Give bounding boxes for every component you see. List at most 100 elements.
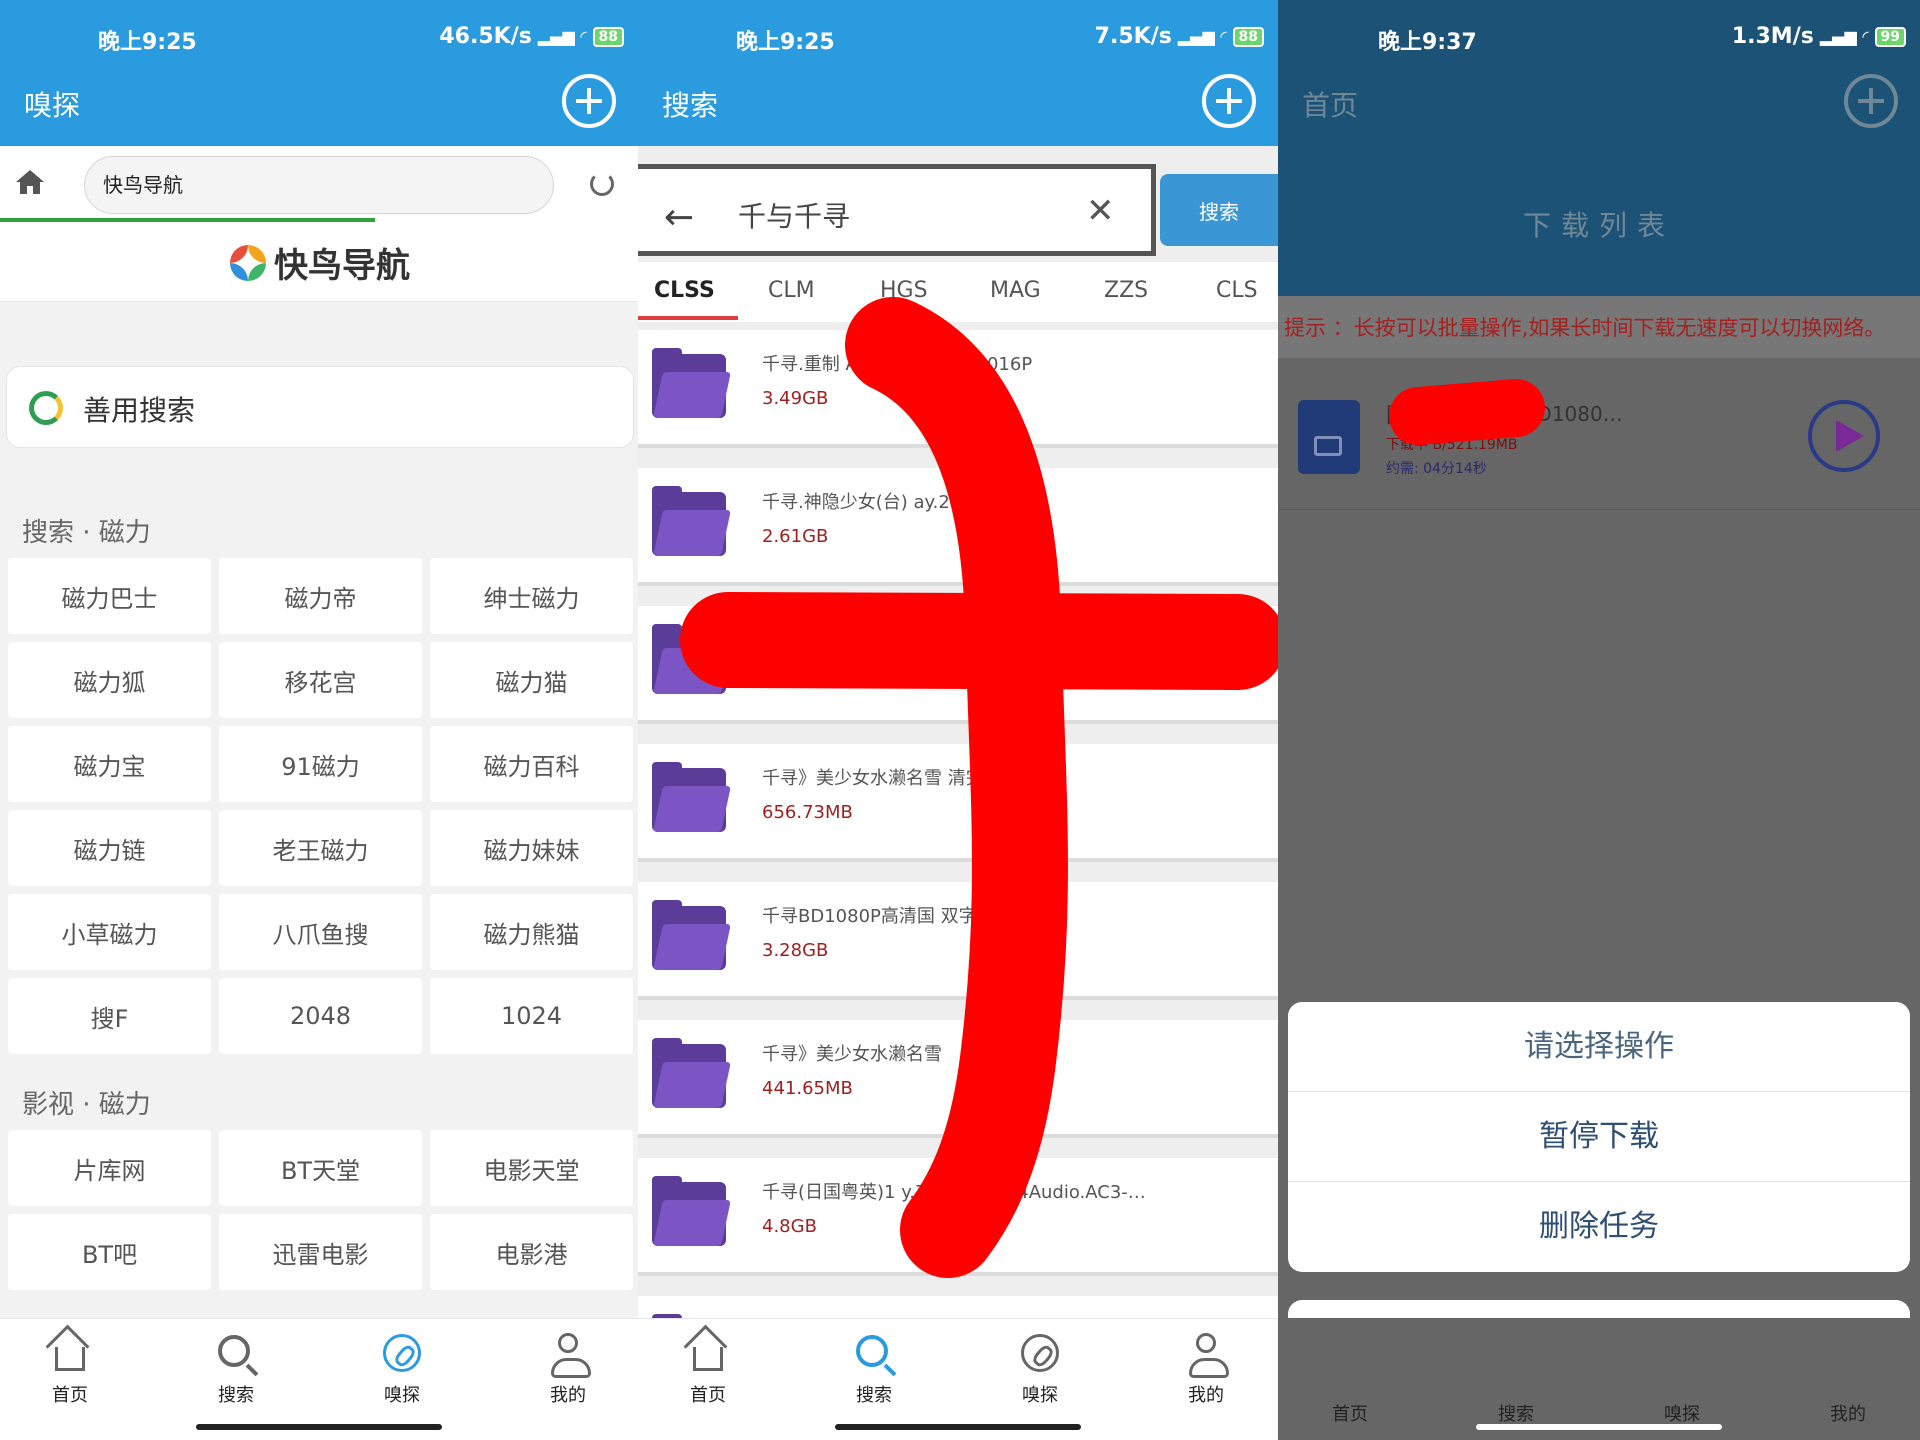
status-bar: 晚上9:37 1.3M/s ▂▄▆ ◜ 99: [1278, 0, 1920, 72]
site-link[interactable]: 移花宫: [219, 642, 422, 718]
nav-profile[interactable]: 我的: [1146, 1333, 1266, 1407]
page-title: 嗅探: [24, 89, 81, 122]
site-link[interactable]: 磁力宝: [8, 726, 211, 802]
site-link[interactable]: 磁力猫: [430, 642, 633, 718]
search-input[interactable]: 千与千寻: [738, 195, 850, 235]
tab-zzs[interactable]: ZZS: [1104, 278, 1148, 303]
clear-icon[interactable]: ✕: [1086, 191, 1115, 231]
bottom-nav: 首页 搜索 嗅探 我的: [0, 1318, 638, 1440]
site-link[interactable]: 1024: [430, 978, 633, 1054]
tab-mag[interactable]: MAG: [990, 278, 1041, 303]
result-name: 千寻》美少女水濑名雪 清完整: [762, 768, 1002, 789]
site-link[interactable]: 91磁力: [219, 726, 422, 802]
tab-clss[interactable]: CLSS: [654, 278, 715, 303]
site-link[interactable]: 绅士磁力: [430, 558, 633, 634]
site-link[interactable]: BT天堂: [219, 1130, 422, 1206]
status-time: 晚上9:37: [1378, 30, 1477, 55]
search-screen: 晚上9:25 7.5K/s ▂▄▆ ◜ 88 搜索 ← 千与千寻 ✕ 搜索 CL…: [638, 0, 1278, 1440]
add-icon[interactable]: [1844, 74, 1898, 128]
search-card[interactable]: 善用搜索: [6, 366, 634, 448]
section-title: 影视 · 磁力: [22, 1090, 151, 1120]
net-speed: 1.3M/s: [1731, 24, 1814, 49]
site-link[interactable]: 迅雷电影: [219, 1214, 422, 1290]
net-speed: 46.5K/s: [439, 24, 532, 49]
site-link[interactable]: 磁力帝: [219, 558, 422, 634]
search-button[interactable]: 搜索: [1160, 174, 1278, 246]
result-size: 4.8GB: [762, 1216, 817, 1237]
status-right: 46.5K/s ▂▄▆ ◜ 88: [439, 24, 624, 49]
tab-clm[interactable]: CLM: [768, 278, 815, 303]
result-name: 千寻.重制 Away.2001.HD2016P: [762, 354, 1033, 375]
battery-icon: 88: [1232, 26, 1264, 47]
result-name: 千寻无: [762, 630, 816, 651]
nav-search[interactable]: 搜索: [176, 1333, 296, 1407]
section-title: 搜索 · 磁力: [22, 518, 151, 548]
site-link[interactable]: 磁力链: [8, 810, 211, 886]
site-link[interactable]: 电影天堂: [430, 1130, 633, 1206]
net-speed: 7.5K/s: [1094, 24, 1172, 49]
url-input[interactable]: 快鸟导航: [84, 156, 554, 214]
result-name: 千寻BD1080P高清国 双字.mkv: [762, 906, 1021, 927]
gesture-bar: [1476, 1424, 1722, 1430]
result-row[interactable]: 千寻.神隐少女(台) ay.2001.1 2.61GB: [638, 468, 1278, 586]
nav-profile[interactable]: 我的: [1788, 1400, 1908, 1426]
result-row[interactable]: 千寻(日国粤英)1 y.720p.x264.4Audio.AC3-… 4.8GB: [638, 1158, 1278, 1276]
home-icon[interactable]: [14, 168, 46, 196]
download-task[interactable]: [w s星k.EP37.HD1080… 下载中 B/521.19MB 约需: 0…: [1278, 362, 1920, 510]
site-link[interactable]: 老王磁力: [219, 810, 422, 886]
site-link[interactable]: 磁力巴士: [8, 558, 211, 634]
signal-icon: ▂▄▆ ◜: [1177, 27, 1227, 46]
site-link[interactable]: 磁力狐: [8, 642, 211, 718]
red-redaction-mark: [1389, 379, 1545, 445]
nav-home[interactable]: 首页: [648, 1333, 768, 1407]
site-link[interactable]: 电影港: [430, 1214, 633, 1290]
video-grid: 片库网 BT天堂 电影天堂 BT吧 迅雷电影 电影港: [8, 1130, 633, 1290]
back-arrow-icon[interactable]: ←: [664, 197, 694, 238]
nav-sniff[interactable]: 嗅探: [342, 1333, 462, 1407]
site-link[interactable]: 2048: [219, 978, 422, 1054]
nav-profile[interactable]: 我的: [508, 1333, 628, 1407]
action-sheet: 请选择操作 暂停下载 删除任务: [1288, 1002, 1910, 1272]
tab-cls[interactable]: CLS: [1216, 278, 1258, 303]
add-icon[interactable]: [1202, 74, 1256, 128]
site-link[interactable]: 片库网: [8, 1130, 211, 1206]
result-size: 680.76M: [762, 664, 841, 685]
result-row[interactable]: 千寻》美少女水濑名雪 清完整 656.73MB: [638, 744, 1278, 862]
search-icon: [856, 1335, 888, 1367]
delete-task-button[interactable]: 删除任务: [1288, 1182, 1910, 1272]
status-right: 7.5K/s ▂▄▆ ◜ 88: [1095, 24, 1264, 49]
site-link[interactable]: BT吧: [8, 1214, 211, 1290]
result-row[interactable]: 千寻BD1080P高清国 双字.mkv 3.28GB: [638, 882, 1278, 1000]
nav-home[interactable]: 首页: [10, 1333, 130, 1407]
folder-icon: [652, 900, 731, 970]
result-name: 千寻》美少女水濑名雪: [762, 1044, 942, 1065]
nav-home[interactable]: 首页: [1290, 1400, 1410, 1426]
download-screen: 晚上9:37 1.3M/s ▂▄▆ ◜ 99 首页 下载列表 提示 ：长按可以批…: [1278, 0, 1920, 1440]
compass-icon: [1021, 1334, 1059, 1372]
add-icon[interactable]: [562, 74, 616, 128]
site-link[interactable]: 小草磁力: [8, 894, 211, 970]
result-name: 千寻.神隐少女(台) ay.2001.1: [762, 492, 1002, 513]
nav-sniff[interactable]: 嗅探: [1622, 1400, 1742, 1426]
reload-icon[interactable]: [590, 172, 614, 196]
pause-download-button[interactable]: 暂停下载: [1288, 1092, 1910, 1182]
hint-banner: 提示 ：长按可以批量操作,如果长时间下载无速度可以切换网络。: [1278, 296, 1920, 358]
gesture-bar: [196, 1424, 442, 1430]
result-row[interactable]: 千寻.重制 Away.2001.HD2016P 3.49GB: [638, 330, 1278, 448]
result-row[interactable]: 千寻无 680.76M: [638, 606, 1278, 724]
tab-hgs[interactable]: HGS: [880, 278, 928, 303]
home-icon: [693, 1347, 723, 1371]
site-link[interactable]: 八爪鱼搜: [219, 894, 422, 970]
result-row[interactable]: 千寻》美少女水濑名雪 441.65MB: [638, 1020, 1278, 1138]
result-size: 3.28GB: [762, 940, 829, 961]
site-link[interactable]: 搜F: [8, 978, 211, 1054]
nav-sniff[interactable]: 嗅探: [980, 1333, 1100, 1407]
site-link[interactable]: 磁力百科: [430, 726, 633, 802]
nav-search[interactable]: 搜索: [1456, 1400, 1576, 1426]
user-icon: [1189, 1333, 1229, 1378]
brand-name: 快鸟导航: [274, 246, 410, 286]
site-link[interactable]: 磁力妹妹: [430, 810, 633, 886]
app-bar: 首页: [1278, 72, 1920, 146]
nav-search[interactable]: 搜索: [814, 1333, 934, 1407]
site-link[interactable]: 磁力熊猫: [430, 894, 633, 970]
